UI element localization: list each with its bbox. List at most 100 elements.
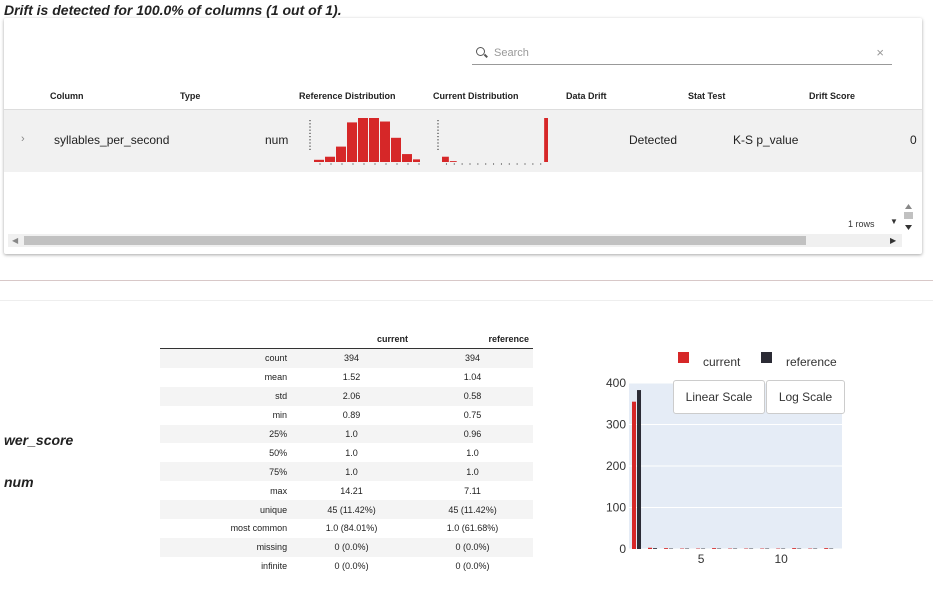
stat-reference: 45 (11.42%) [412,500,533,520]
sparkline-x-tick [524,163,526,165]
expand-chevron-icon[interactable]: › [21,133,25,145]
stat-reference: 7.11 [464,485,481,496]
current-histogram-bar[interactable] [824,548,829,549]
sparkline-axis-tick [309,148,311,150]
stats-row: 25% 1.0 0.96 [160,424,533,444]
sparkline-x-tick [469,163,471,165]
current-histogram-bar[interactable] [632,401,637,549]
stat-reference: 0.58 [412,386,533,406]
header-reference-distribution[interactable]: Reference Distribution [299,91,396,101]
search-input[interactable] [492,44,856,62]
reference-histogram-bar[interactable] [637,390,642,549]
log-scale-button[interactable]: Log Scale [766,380,845,414]
scroll-thumb[interactable] [24,236,806,245]
stat-current: 1.0 [291,462,413,482]
legend-current-swatch[interactable] [678,352,689,363]
stat-current: 1.0 [291,424,413,444]
sparkline-axis-tick [437,123,439,125]
sparkline-axis-tick [437,120,439,122]
sparkline-x-tick [352,163,354,165]
stats-header-row: current reference [160,330,533,349]
table-row[interactable]: › syllables_per_second num Detected K-S … [4,110,922,172]
header-type[interactable]: Type [180,91,200,101]
sparkline-axis-tick [309,139,311,141]
clear-icon[interactable]: × [876,45,884,60]
sparkline-x-tick [477,163,479,165]
stats-row: max 14.21 7.11 [160,481,533,500]
stat-label: std [160,386,292,406]
x-tick-label: 5 [698,552,705,566]
sparkline-axis-tick [437,142,439,144]
reference-spark-bar [336,146,346,162]
current-histogram-bar[interactable] [648,547,653,549]
vertical-scrollbar[interactable] [902,201,915,233]
stat-label: 75% [160,462,292,482]
sparkline-axis-tick [437,145,439,147]
stat-current: 14.21 [340,485,363,496]
legend-reference-label[interactable]: reference [786,355,837,369]
sparkline-axis-tick [309,136,311,138]
sparkline-x-tick [385,163,387,165]
sparkline-axis-tick [309,132,311,134]
sparkline-x-tick [500,163,502,165]
stats-row: unique 45 (11.42%) 45 (11.42%) [160,500,533,520]
horizontal-scrollbar[interactable]: ◀ ▶ [8,234,902,247]
distribution-histogram[interactable]: current reference 0 100 200 300 400 5 10 [595,345,895,570]
row-type: num [265,133,289,147]
header-column[interactable]: Column [50,91,84,101]
reference-spark-bar [347,122,357,162]
stat-current: 45 (11.42%) [291,500,413,520]
stat-reference: 0 (0.0%) [455,561,490,572]
stats-table: current reference count 394 394 mean 1.52 1.… [160,330,533,576]
current-histogram-bar[interactable] [712,548,717,549]
scroll-left-icon[interactable]: ◀ [12,236,18,245]
legend-current-label[interactable]: current [703,355,741,369]
stats-header-label [160,330,292,349]
sparkline-x-tick [363,163,365,165]
rows-dropdown-icon[interactable]: ▼ [890,217,898,226]
stat-current: 0 (0.0%) [334,561,369,572]
stats-row: count 394 394 [160,348,533,368]
row-data-drift: Detected [629,133,678,147]
stats-row: most common 1.0 (84.01%) 1.0 (61.68%) [160,519,533,538]
reference-spark-bar [413,159,420,162]
stat-label: 50% [269,447,288,458]
stat-reference: 1.0 (61.68%) [446,523,499,534]
drift-summary-title: Drift is detected for 100.0% of columns … [4,2,342,18]
sparkline-x-tick [508,163,510,165]
reference-histogram-bar[interactable] [653,548,658,549]
detail-column-name: wer_score [4,432,74,448]
header-data-drift[interactable]: Data Drift [566,91,607,101]
legend-reference-swatch[interactable] [761,352,772,363]
row-drift-score: 0 [910,133,917,147]
sparkline-x-tick [418,163,420,165]
stats-row: missing 0 (0.0%) 0 (0.0%) [160,537,533,557]
reference-spark-bar [358,118,368,162]
current-spark-bar [449,161,457,162]
header-current-distribution[interactable]: Current Distribution [433,91,519,101]
stat-reference: 0.75 [463,410,482,421]
current-histogram-bar[interactable] [664,548,669,549]
stat-current: 1.0 [345,447,358,458]
sparkline-x-tick [319,163,321,165]
y-tick-label: 300 [606,418,626,432]
stats-row: 75% 1.0 1.0 [160,462,533,482]
scroll-right-icon[interactable]: ▶ [890,236,896,245]
y-tick-label: 0 [619,542,626,556]
sparkline-axis-tick [437,132,439,134]
stat-label: infinite [261,561,288,572]
row-stat-test: K-S p_value [733,133,799,147]
linear-scale-button[interactable]: Linear Scale [673,380,765,414]
stats-row: 50% 1.0 1.0 [160,443,533,462]
stats-row: std 2.06 0.58 [160,386,533,406]
sparkline-x-tick [461,163,463,165]
reference-spark-bar [402,154,412,162]
y-tick-label: 200 [606,459,626,473]
header-stat-test[interactable]: Stat Test [688,91,725,101]
search-box[interactable]: × [472,42,892,65]
header-drift-score[interactable]: Drift Score [809,91,855,101]
current-histogram-bar[interactable] [792,548,797,549]
sparkline-x-tick [516,163,518,165]
sparkline-x-tick [453,163,455,165]
section-divider [0,280,933,281]
